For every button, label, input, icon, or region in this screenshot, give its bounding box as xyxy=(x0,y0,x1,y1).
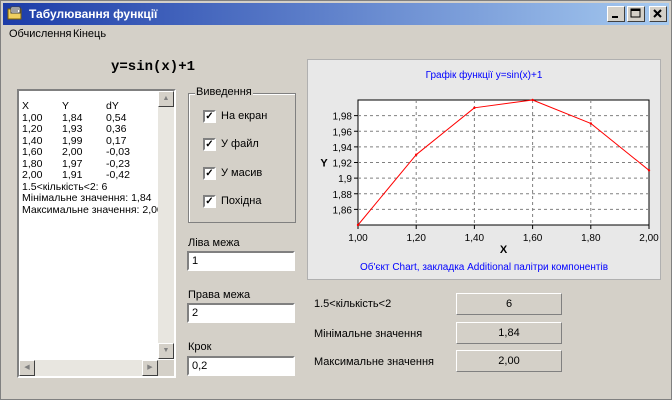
chart-title: Графік функції y=sin(x)+1 xyxy=(426,69,543,81)
memo-table-cell: 2,00 xyxy=(22,169,43,181)
checkbox-array-label: У масив xyxy=(221,167,263,179)
results-memo[interactable]: X YdY 1,00 1,84 0,54 1,20 1,93 0,36 1,40 1,99 0,17… xyxy=(17,89,176,378)
minimize-icon xyxy=(612,16,618,18)
app-icon xyxy=(7,6,22,20)
x-tick-label: 2,00 xyxy=(639,233,659,244)
memo-table-cell: 1,84 xyxy=(62,111,83,124)
memo-table-cell: 2,00 xyxy=(62,146,83,158)
count-label: 1.5<кількість<2 xyxy=(314,298,392,310)
x-axis-label: X xyxy=(500,244,508,256)
memo-table-cell: 1,20 xyxy=(22,123,43,135)
maximize-icon xyxy=(630,8,641,18)
scroll-up-icon[interactable]: ▲ xyxy=(158,91,174,107)
memo-table-cell: -0,42 xyxy=(106,169,130,181)
memo-table-cell: 1,60 xyxy=(22,146,43,158)
x-tick-label: 1,40 xyxy=(465,233,485,244)
y-axis-label: Y xyxy=(320,158,328,170)
y-tick-label: 1,96 xyxy=(333,127,353,138)
data-point xyxy=(415,153,418,156)
memo-table-cell: 0,54 xyxy=(106,111,127,124)
y-tick-label: 1,98 xyxy=(333,112,353,123)
memo-table-cell: 1,97 xyxy=(62,157,83,170)
checkbox-screen-label: На екран xyxy=(221,110,268,122)
data-point xyxy=(473,106,476,110)
y-tick-label: 1,92 xyxy=(333,159,353,170)
right-bound-label: Права межа xyxy=(188,289,251,301)
left-bound-label: Ліва межа xyxy=(188,237,240,249)
step-input[interactable]: 0,2 xyxy=(187,356,295,376)
count-value-panel: 6 xyxy=(456,293,562,315)
output-group-label: Виведення xyxy=(195,86,253,98)
min-value-label: Мінімальне значення xyxy=(314,328,423,340)
window-title: Табулювання функції xyxy=(29,7,158,21)
y-tick-label: 1,86 xyxy=(333,205,353,216)
function-chart: 1,86 1,88 1,9 1,92 1,94 1,96 1,98 1,00 1,20 1,40 1… xyxy=(307,59,661,280)
right-bound-input[interactable]: 2 xyxy=(187,303,295,323)
memo-summary-line: 1.5<кількість<2: 6 xyxy=(22,180,108,193)
checkbox-array-box[interactable]: ✓ xyxy=(203,167,216,180)
scroll-right-icon[interactable]: ▶ xyxy=(142,360,158,376)
chart-subtitle: Об'єкт Chart, закладка Additional палітр… xyxy=(360,261,608,273)
scroll-down-icon[interactable]: ▼ xyxy=(158,343,174,359)
checkbox-derivative-label: Похідна xyxy=(221,195,262,207)
memo-summary-line: Мінімальне значення: 1,84 xyxy=(22,192,152,204)
checkbox-file-box[interactable]: ✓ xyxy=(203,138,216,151)
menu-bar: Обчислення Кінець xyxy=(3,26,669,44)
memo-table-cell: 1,00 xyxy=(22,111,43,124)
minimize-button[interactable] xyxy=(607,6,625,22)
memo-table-cell: 0,36 xyxy=(106,123,127,135)
memo-table-cell: 1,40 xyxy=(22,134,43,147)
memo-table-cell: 0,17 xyxy=(106,134,127,147)
scroll-left-icon[interactable]: ◀ xyxy=(19,360,35,376)
y-tick-label: 1,88 xyxy=(333,190,353,201)
x-tick-label: 1,00 xyxy=(348,233,368,244)
scrollbar-corner xyxy=(158,360,174,376)
chart-svg: 1,86 1,88 1,9 1,92 1,94 1,96 1,98 1,00 1,20 1,40 1… xyxy=(320,69,659,273)
max-value-label: Максимальне значення xyxy=(314,356,435,368)
title-bar[interactable]: Табулювання функції xyxy=(3,3,669,25)
checkbox-file-label: У файл xyxy=(221,138,259,150)
output-groupbox: Виведення ✓ На екран ✓ У файл ✓ У масив … xyxy=(188,86,296,223)
checkbox-file[interactable]: ✓ У файл xyxy=(203,138,323,152)
memo-table-cell: 1,80 xyxy=(22,157,43,170)
checkbox-screen-box[interactable]: ✓ xyxy=(203,110,216,123)
close-icon xyxy=(653,9,662,18)
step-label: Крок xyxy=(188,341,212,353)
data-point xyxy=(647,169,651,172)
memo-header-cell: dY xyxy=(106,100,119,112)
memo-summary-line: Максимальне значення: 2,00 xyxy=(22,203,163,216)
y-tick-label: 1,9 xyxy=(338,174,352,185)
main-window: Табулювання функції Обчислення Кінець y=… xyxy=(0,0,672,400)
x-tick-label: 1,20 xyxy=(406,233,426,244)
memo-vertical-scrollbar[interactable]: ▲ ▼ xyxy=(158,91,174,359)
memo-table-cell: 1,93 xyxy=(62,123,83,135)
y-tick-label: 1,94 xyxy=(333,143,353,154)
data-point xyxy=(356,223,360,227)
maximize-button[interactable] xyxy=(627,6,645,22)
min-value-panel: 1,84 xyxy=(456,322,562,344)
left-bound-input[interactable]: 1 xyxy=(187,251,295,271)
memo-header-cell: Y xyxy=(62,100,70,112)
memo-table-cell: -0,23 xyxy=(106,157,130,170)
memo-horizontal-scrollbar[interactable]: ◀ ▶ xyxy=(19,360,158,376)
max-value-panel: 2,00 xyxy=(456,350,562,372)
menu-calculate[interactable]: Обчислення xyxy=(9,28,72,40)
checkbox-derivative-box[interactable]: ✓ xyxy=(203,195,216,208)
memo-table-cell: 1,99 xyxy=(62,134,83,147)
data-point xyxy=(531,98,534,102)
x-tick-label: 1,60 xyxy=(523,233,543,244)
memo-table-cell: 1,91 xyxy=(62,169,83,181)
checkbox-screen[interactable]: ✓ На екран xyxy=(203,110,323,124)
menu-exit[interactable]: Кінець xyxy=(73,28,106,40)
data-point xyxy=(589,122,592,125)
checkbox-array[interactable]: ✓ У масив xyxy=(203,167,323,181)
memo-table-cell: -0,03 xyxy=(106,146,130,158)
checkbox-derivative[interactable]: ✓ Похідна xyxy=(203,195,323,209)
formula-label: y=sin(x)+1 xyxy=(111,59,196,75)
memo-header-cell: X xyxy=(22,100,30,112)
close-button[interactable] xyxy=(649,6,667,22)
x-tick-label: 1,80 xyxy=(581,233,601,244)
